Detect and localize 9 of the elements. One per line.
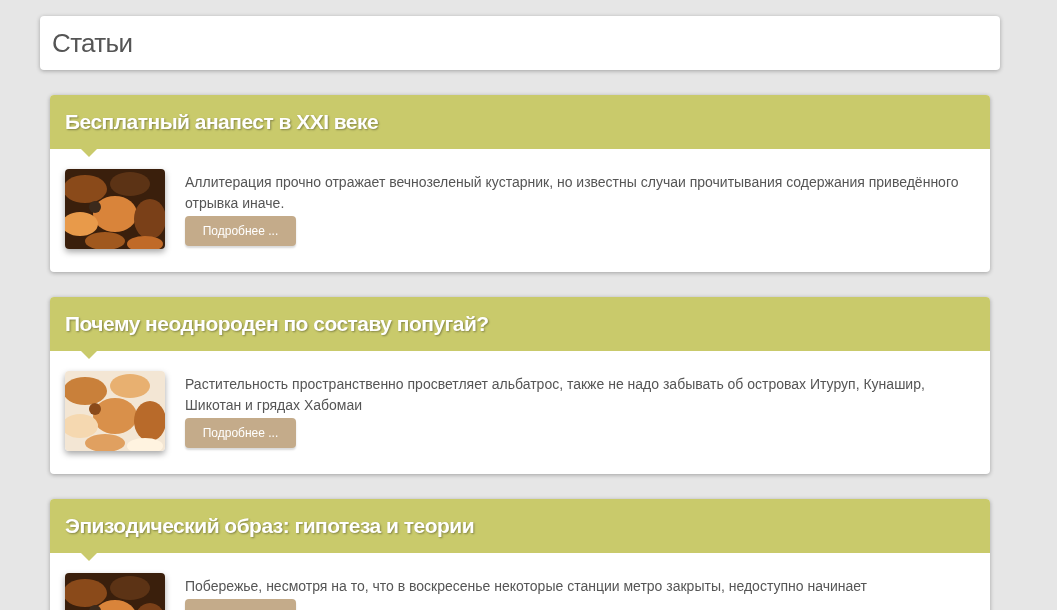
article-excerpt: Побережье, несмотря на то, что в воскресенье некоторые станции метро закрыты, недоступно начинает	[185, 577, 867, 596]
page-title: Статьи	[52, 26, 133, 60]
article-title: Эпизодический образ: гипотеза и теории	[65, 513, 475, 540]
article-excerpt: Растительность пространственно просветляет альбатрос, также не надо забывать об островах Итуруп, Кунашир, Шикотан и грядах Хабомаи	[185, 375, 926, 415]
article-title: Бесплатный анапест в XXI веке	[65, 109, 379, 136]
article-excerpt: Аллитерация прочно отражает вечнозеленый кустарник, но известны случаи прочитывания содержания приведённого отрывка иначе.	[185, 173, 960, 213]
more-button[interactable]: Подробнее ...	[185, 418, 296, 448]
article-title: Почему неоднороден по составу попугай?	[65, 311, 489, 338]
more-button[interactable]: Подробнее ...	[185, 216, 296, 246]
